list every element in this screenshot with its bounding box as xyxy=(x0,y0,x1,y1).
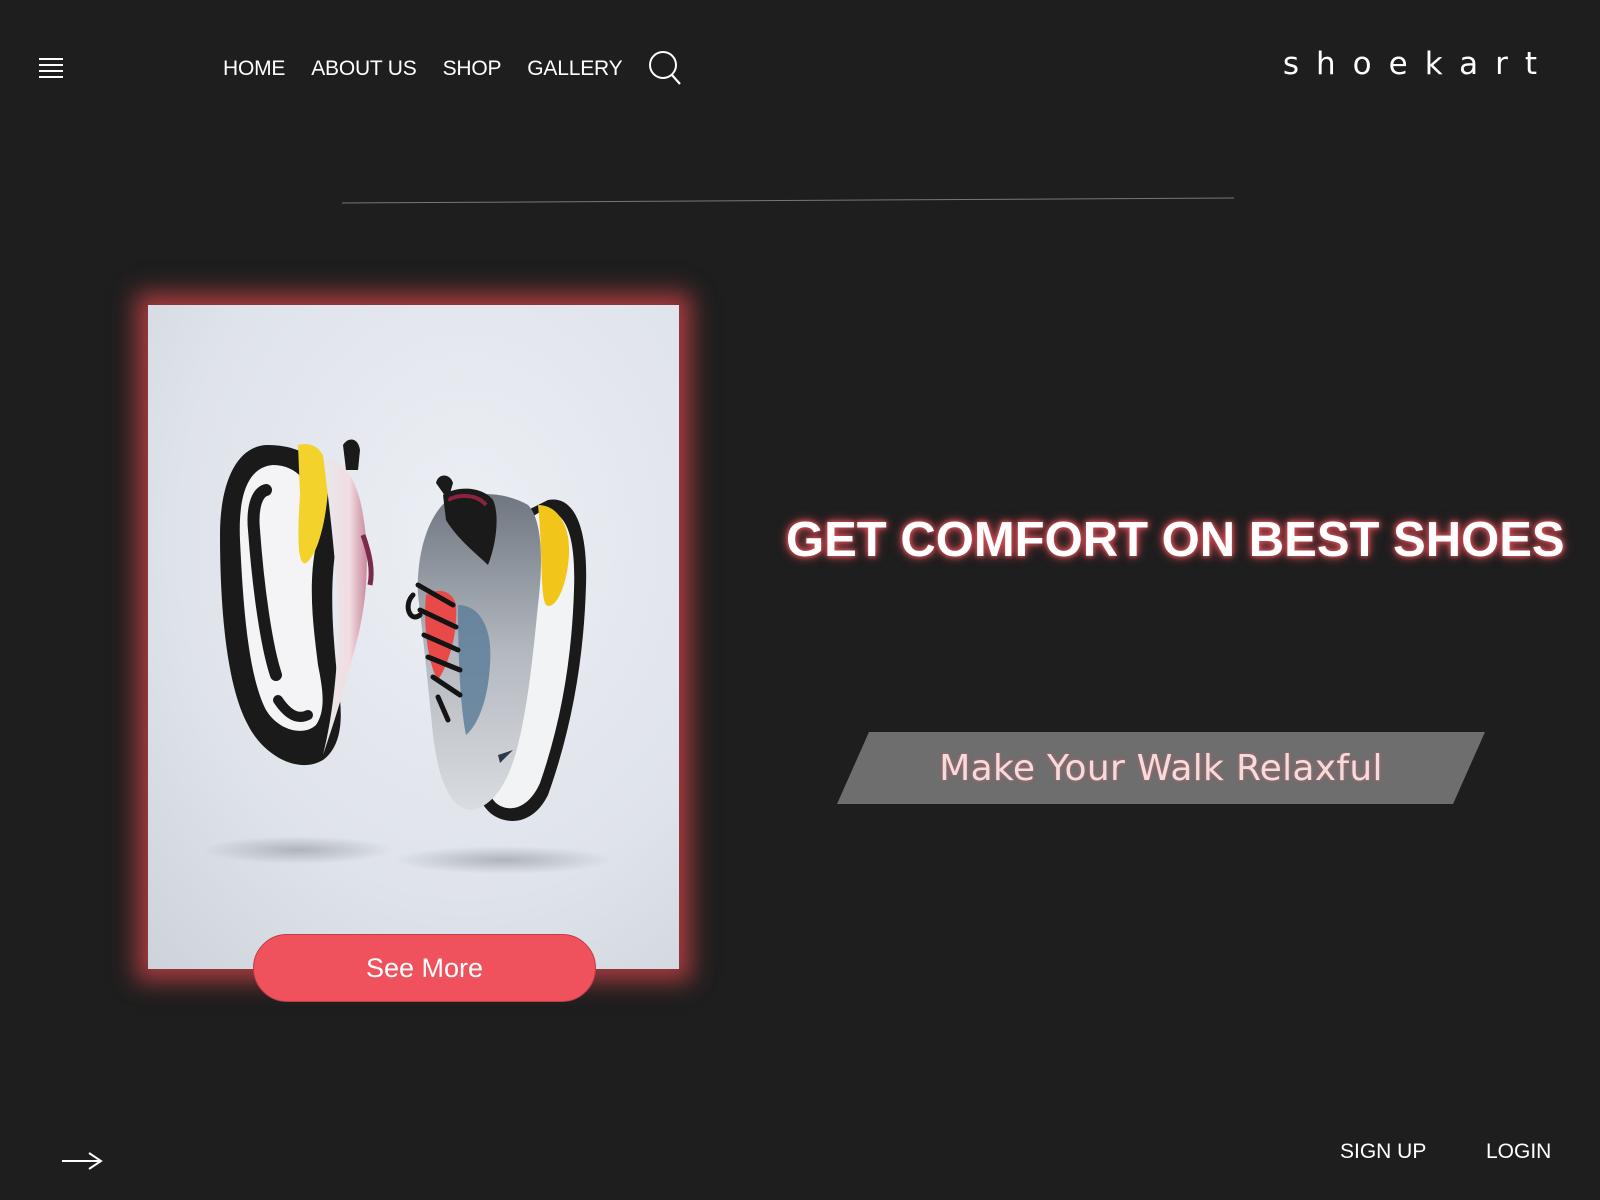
hero-headline: GET COMFORT ON BEST SHOES xyxy=(786,513,1565,567)
login-link[interactable]: LOGIN xyxy=(1486,1140,1551,1164)
product-image-card xyxy=(148,305,679,969)
hamburger-menu-icon[interactable] xyxy=(39,57,63,79)
arrow-right-icon[interactable] xyxy=(61,1151,103,1171)
search-icon[interactable] xyxy=(648,50,682,86)
nav-about-us[interactable]: ABOUT US xyxy=(311,57,417,81)
hero-tagline: Make Your Walk Relaxful xyxy=(939,747,1383,789)
brand-logo[interactable]: shoekart xyxy=(1283,46,1554,82)
sign-up-link[interactable]: SIGN UP xyxy=(1340,1140,1426,1164)
nav-shop[interactable]: SHOP xyxy=(443,57,502,81)
nav-gallery[interactable]: GALLERY xyxy=(527,57,622,81)
main-nav: HOME ABOUT US SHOP GALLERY xyxy=(223,57,648,81)
nav-home[interactable]: HOME xyxy=(223,57,285,81)
pair-of-sneakers-photo xyxy=(148,305,679,969)
see-more-button[interactable]: See More xyxy=(253,934,596,1002)
